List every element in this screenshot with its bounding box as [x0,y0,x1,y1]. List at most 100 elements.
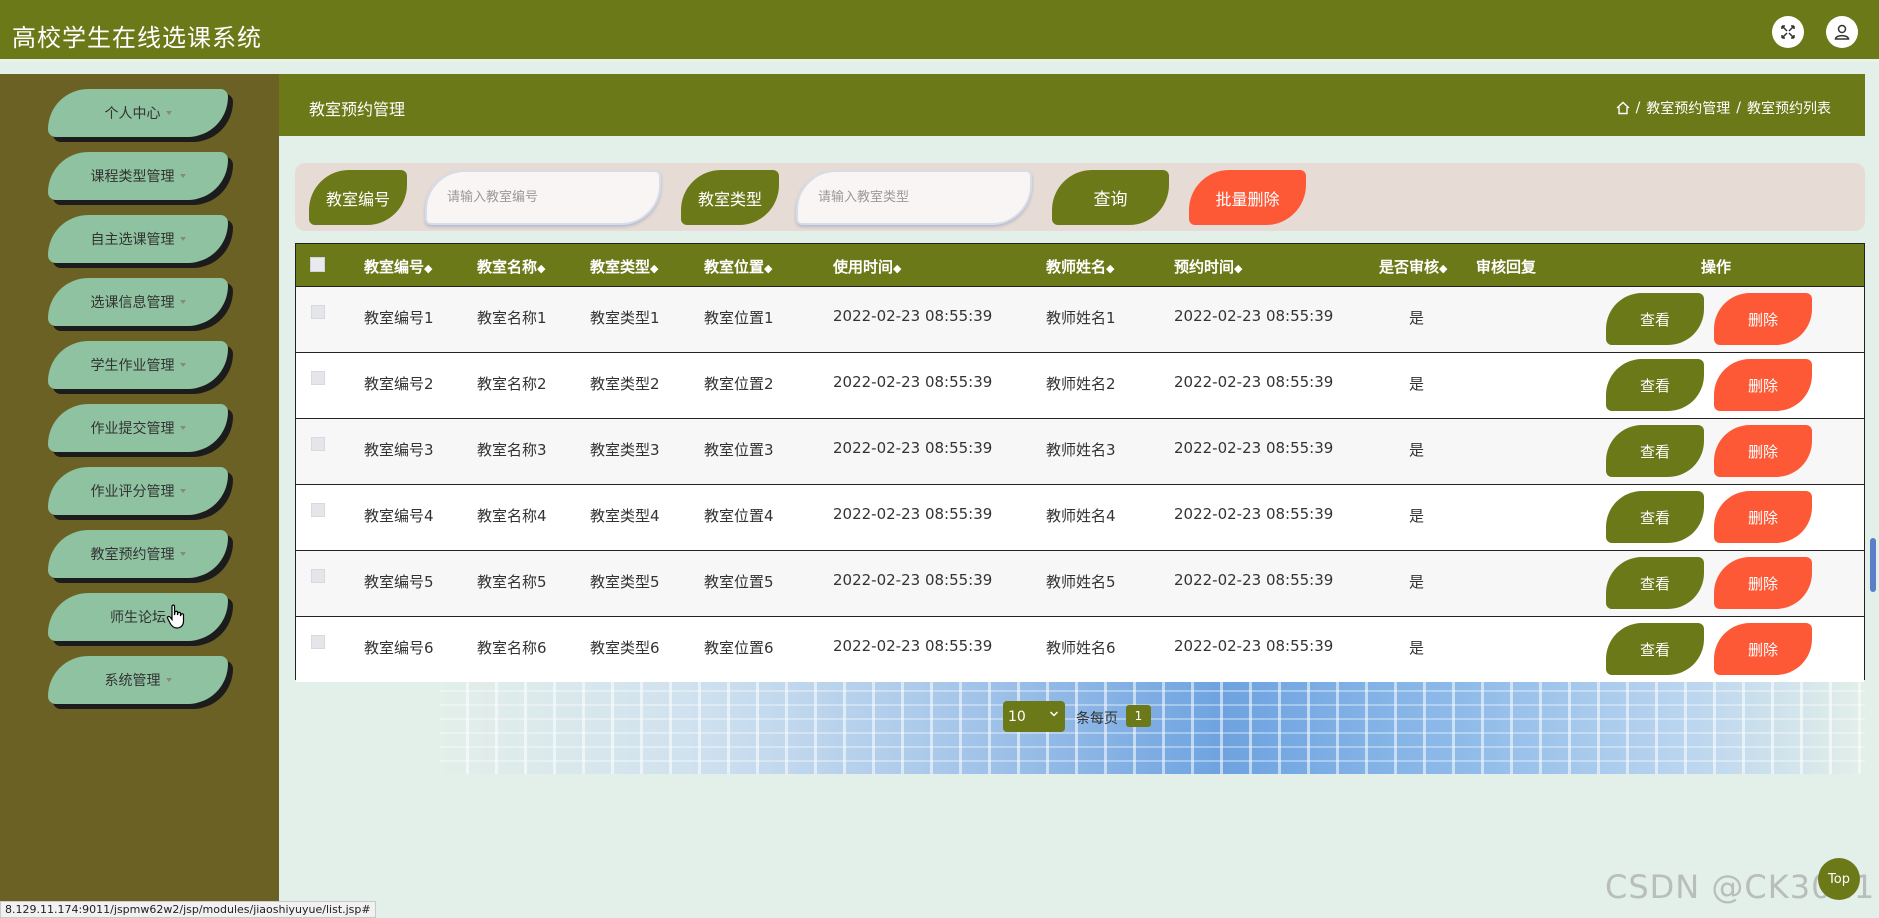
sort-icon[interactable]: ◆ [1234,262,1242,275]
table-cell: 教室类型6 [590,639,660,657]
table-cell: 教师姓名3 [1046,441,1116,459]
view-button[interactable]: 查看 [1606,293,1704,345]
table-cell: 教室类型3 [590,441,660,459]
sort-icon[interactable]: ◆ [893,262,901,275]
classroom-number-input[interactable] [425,170,661,225]
table-cell: 教室位置3 [704,441,774,459]
table-cell: 2022-02-23 08:55:39 [833,439,993,457]
sidebar-item[interactable]: 作业提交管理 [48,404,228,452]
sidebar-item[interactable]: 课程类型管理 [48,152,228,200]
user-button[interactable] [1826,16,1858,48]
sidebar-item[interactable]: 个人中心 [48,89,228,137]
sidebar-item[interactable]: 系统管理 [48,656,228,704]
column-header-label: 教室编号 [364,258,425,276]
delete-button[interactable]: 删除 [1714,425,1812,477]
column-header[interactable]: 教室编号◆ [364,256,432,277]
table-cell: 2022-02-23 08:55:39 [1174,637,1334,655]
column-header[interactable]: 教室名称◆ [477,256,545,277]
classroom-type-input[interactable] [796,170,1032,225]
select-all-checkbox[interactable] [310,257,325,272]
home-icon[interactable] [1616,101,1630,115]
delete-button[interactable]: 删除 [1714,623,1812,675]
sidebar-item-label: 系统管理 [104,673,161,689]
view-button[interactable]: 查看 [1606,491,1704,543]
row-checkbox[interactable] [311,569,325,583]
row-checkbox[interactable] [311,503,325,517]
column-header[interactable]: 教室位置◆ [704,256,772,277]
sort-icon[interactable]: ◆ [650,262,658,275]
sort-icon[interactable]: ◆ [1106,262,1114,275]
sidebar-item-label: 个人中心 [104,106,161,122]
column-header[interactable]: 预约时间◆ [1174,256,1242,277]
column-header[interactable]: 使用时间◆ [833,256,901,277]
page-size-select[interactable]: 10 [1003,701,1065,732]
column-header: 操作 [1701,256,1731,277]
page-size-value: 10 [1008,708,1026,725]
sidebar-item[interactable]: 自主选课管理 [48,215,228,263]
sidebar-item-label: 自主选课管理 [90,232,175,248]
classroom-type-label: 教室类型 [681,170,779,225]
view-button[interactable]: 查看 [1606,425,1704,477]
chevron-down-icon [1049,711,1059,717]
sidebar-item-label: 师生论坛 [110,610,166,626]
table-row: 教室编号2 教室名称2 教室类型2 教室位置2 2022-02-23 08:55:39 教… [296,352,1864,418]
table-cell: 教师姓名5 [1046,573,1116,591]
query-button[interactable]: 查询 [1052,170,1169,225]
sidebar-item[interactable]: 教室预约管理 [48,530,228,578]
sidebar-item-label: 课程类型管理 [90,169,175,185]
view-button[interactable]: 查看 [1606,557,1704,609]
delete-button[interactable]: 删除 [1714,557,1812,609]
delete-button[interactable]: 删除 [1714,359,1812,411]
caret-down-icon [179,300,186,304]
breadcrumb-level1[interactable]: 教室预约管理 [1646,98,1730,118]
column-header[interactable]: 教师姓名◆ [1046,256,1114,277]
batch-delete-button[interactable]: 批量删除 [1189,170,1306,225]
sort-icon[interactable]: ◆ [424,262,432,275]
view-button[interactable]: 查看 [1606,623,1704,675]
sidebar-item[interactable]: 选课信息管理 [48,278,228,326]
column-header[interactable]: 是否审核◆ [1379,256,1447,277]
sort-icon[interactable]: ◆ [764,262,772,275]
delete-button[interactable]: 删除 [1714,491,1812,543]
caret-down-icon [179,174,186,178]
table-cell: 教室位置1 [704,309,774,327]
table-cell: 教室编号3 [364,441,434,459]
table-cell: 教室编号1 [364,309,434,327]
page-number-button[interactable]: 1 [1126,705,1151,727]
table-cell: 教室位置5 [704,573,774,591]
row-checkbox[interactable] [311,371,325,385]
sort-icon[interactable]: ◆ [537,262,545,275]
table-cell: 教室类型4 [590,507,660,525]
app-title: 高校学生在线选课系统 [12,24,262,52]
column-header[interactable]: 教室类型◆ [590,256,658,277]
table-row: 教室编号6 教室名称6 教室类型6 教室位置6 2022-02-23 08:55:39 教… [296,616,1864,682]
fullscreen-button[interactable] [1772,16,1804,48]
sidebar-item[interactable]: 师生论坛 [48,593,228,641]
column-header-label: 是否审核 [1379,258,1440,276]
row-checkbox[interactable] [311,635,325,649]
sidebar-item[interactable]: 作业评分管理 [48,467,228,515]
table-cell: 教室类型1 [590,309,660,327]
row-checkbox[interactable] [311,305,325,319]
back-to-top-button[interactable]: Top [1818,858,1860,900]
table-cell: 教室位置6 [704,639,774,657]
table-cell: 教室位置2 [704,375,774,393]
page-title: 教室预约管理 [309,100,406,119]
delete-button[interactable]: 删除 [1714,293,1812,345]
table-cell: 2022-02-23 08:55:39 [833,637,993,655]
sidebar-item[interactable]: 学生作业管理 [48,341,228,389]
table-cell: 2022-02-23 08:55:39 [1174,571,1334,589]
column-header-label: 教室位置 [704,258,765,276]
caret-down-icon [165,678,172,682]
table-cell: 教室编号2 [364,375,434,393]
table-cell: 教室位置4 [704,507,774,525]
sort-icon[interactable]: ◆ [1439,262,1447,275]
table-cell: 2022-02-23 08:55:39 [833,571,993,589]
background-image [440,678,1865,774]
scrollbar-thumb[interactable] [1870,538,1876,592]
table-cell: 教室编号5 [364,573,434,591]
view-button[interactable]: 查看 [1606,359,1704,411]
table-cell: 教室名称3 [477,441,547,459]
row-checkbox[interactable] [311,437,325,451]
column-header-label: 预约时间 [1174,258,1235,276]
